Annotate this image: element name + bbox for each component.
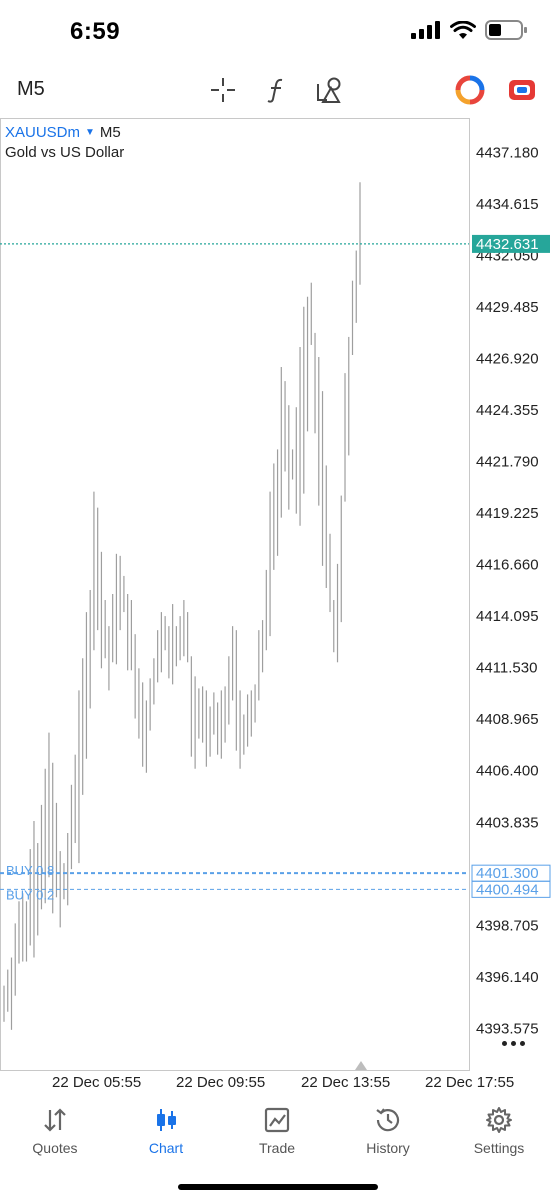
order-label: BUY 0.8 <box>6 863 54 878</box>
chart-area[interactable]: 4437.180 4434.615 4432.050 4429.485 4426.920… <box>0 118 555 1098</box>
multicolor-circle-icon[interactable] <box>454 74 486 106</box>
y-tick-label: 4403.835 <box>476 814 539 831</box>
symbol-timeframe: M5 <box>99 124 121 141</box>
y-tick-label: 4421.790 <box>476 454 539 471</box>
price-chart[interactable]: 4437.1804434.6154432.0504429.4854426.920… <box>0 118 555 1098</box>
y-tick-label: 4437.180 <box>476 145 539 162</box>
history-clock-icon <box>372 1104 404 1136</box>
nav-label: Chart <box>148 1140 184 1156</box>
y-tick-label: 4393.575 <box>476 1020 539 1037</box>
battery-icon <box>485 20 527 40</box>
x-tick-label: 22 Dec 05:55 <box>52 1074 141 1091</box>
nav-label: Settings <box>473 1140 525 1156</box>
scroll-marker-icon <box>355 1061 367 1070</box>
status-bar: 6:59 <box>0 0 555 62</box>
y-tick-label: 4398.705 <box>476 917 539 934</box>
y-tick-label: 4429.485 <box>476 299 539 316</box>
y-tick-label: 4434.615 <box>476 196 539 213</box>
symbol-description: Gold vs US Dollar <box>5 144 125 161</box>
nav-history[interactable]: History <box>338 1102 438 1162</box>
objects-icon[interactable] <box>315 74 347 106</box>
nav-label: History <box>366 1140 410 1156</box>
timeframe-button[interactable]: M5 <box>17 78 45 101</box>
y-tick-label: 4426.920 <box>476 351 539 368</box>
symbol-name[interactable]: XAUUSDm <box>5 124 80 141</box>
chart-candles-icon <box>150 1104 182 1136</box>
y-tick-label: 4414.095 <box>476 608 539 625</box>
nav-quotes[interactable]: Quotes <box>5 1102 105 1162</box>
signal-icon <box>411 21 440 39</box>
price-tags: 4432.631 4401.300 BUY 0.8 4400.494 BUY 0.2 <box>6 234 551 902</box>
y-tick-label: 4419.225 <box>476 505 539 522</box>
price-bars <box>3 182 361 1030</box>
y-tick-label: 4424.355 <box>476 402 539 419</box>
more-options-icon[interactable] <box>502 1038 528 1048</box>
x-tick-label: 22 Dec 13:55 <box>301 1074 390 1091</box>
plot-frame <box>0 118 470 1071</box>
order-price-value: 4400.494 <box>476 881 539 898</box>
time-axis: 22 Dec 05:55 22 Dec 09:55 22 Dec 13:55 22 D… <box>52 1061 514 1091</box>
wifi-icon <box>450 20 476 39</box>
status-time: 6:59 <box>70 18 121 45</box>
nav-label: Quotes <box>32 1140 78 1156</box>
y-tick-label: 4416.660 <box>476 557 539 574</box>
nav-settings[interactable]: Settings <box>449 1102 549 1162</box>
y-tick-label: 4406.400 <box>476 763 539 780</box>
quotes-arrows-icon <box>39 1104 71 1136</box>
current-price-value: 4432.631 <box>476 236 539 253</box>
order-price-value: 4401.300 <box>476 865 539 882</box>
nav-chart[interactable]: Chart <box>116 1102 216 1162</box>
nav-trade[interactable]: Trade <box>227 1102 327 1162</box>
nav-label: Trade <box>258 1140 296 1156</box>
order-label: BUY 0.2 <box>6 887 54 902</box>
home-indicator <box>178 1184 378 1190</box>
x-tick-label: 22 Dec 09:55 <box>176 1074 265 1091</box>
crosshair-icon[interactable] <box>207 74 239 106</box>
trade-chart-icon <box>261 1104 293 1136</box>
price-lines <box>0 243 469 890</box>
y-tick-label: 4411.530 <box>476 660 537 677</box>
symbol-header[interactable]: XAUUSDm ▼ M5 <box>5 124 121 141</box>
symbol-dropdown-icon[interactable]: ▼ <box>85 127 95 138</box>
y-tick-label: 4396.140 <box>476 969 539 986</box>
status-icons <box>411 20 527 40</box>
y-tick-label: 4408.965 <box>476 711 539 728</box>
price-axis: 4437.1804434.6154432.0504429.4854426.920… <box>476 145 539 1038</box>
x-tick-label: 22 Dec 17:55 <box>425 1074 514 1091</box>
chart-toolbar: M5 <box>0 62 555 118</box>
trade-toggle-icon[interactable] <box>506 74 538 106</box>
settings-gear-icon <box>483 1104 515 1136</box>
function-icon[interactable] <box>261 74 293 106</box>
